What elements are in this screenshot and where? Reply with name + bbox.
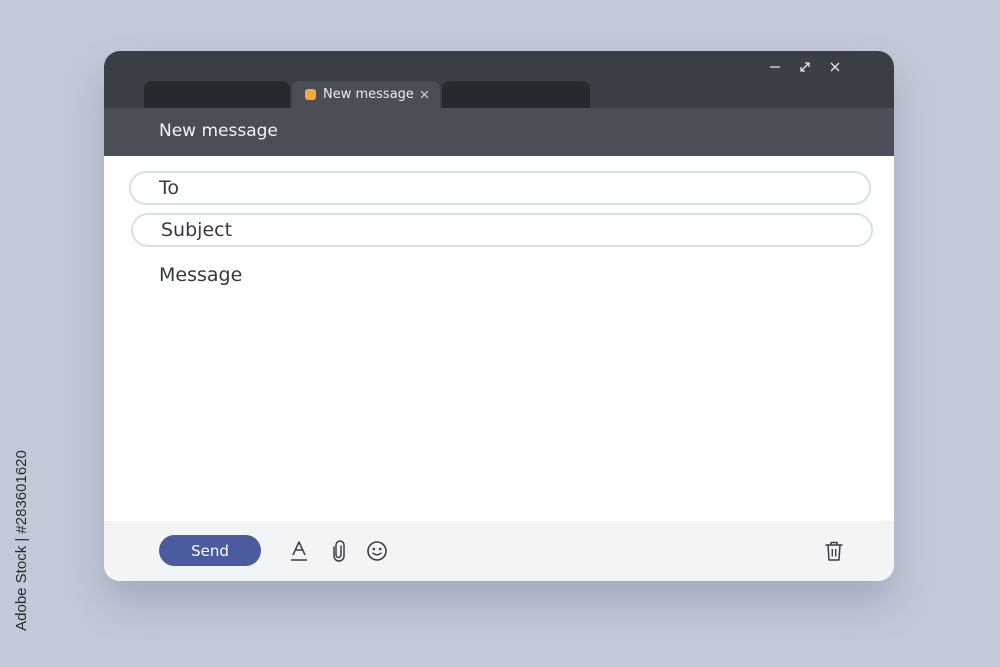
to-field <box>129 171 871 205</box>
tab-inactive-right[interactable] <box>442 81 590 108</box>
mail-favicon-icon <box>305 89 316 100</box>
text-format-icon <box>291 541 307 561</box>
text-format-button[interactable] <box>287 539 311 563</box>
tab-inactive-left[interactable] <box>144 81 290 108</box>
delete-draft-button[interactable] <box>822 539 846 563</box>
subject-input[interactable] <box>133 215 871 245</box>
window-controls <box>764 57 846 77</box>
maximize-button[interactable] <box>794 57 816 77</box>
attach-file-button[interactable] <box>327 539 351 563</box>
to-input[interactable] <box>131 173 869 203</box>
message-body-input[interactable] <box>152 264 869 514</box>
close-icon <box>830 62 840 72</box>
compose-header: New message <box>104 108 894 156</box>
minimize-icon <box>770 66 780 68</box>
paperclip-icon <box>333 540 345 562</box>
compose-window: New message New message Send <box>104 51 894 581</box>
emoji-button[interactable] <box>365 539 389 563</box>
close-window-button[interactable] <box>824 57 846 77</box>
title-bar: New message <box>104 51 894 108</box>
stock-watermark: Adobe Stock | #283601620 <box>10 430 32 650</box>
minimize-button[interactable] <box>764 57 786 77</box>
page-title: New message <box>159 121 278 141</box>
trash-icon <box>825 541 843 561</box>
tab-close-button[interactable] <box>418 89 430 101</box>
emoji-icon <box>367 541 387 561</box>
stock-watermark-text: Adobe Stock | #283601620 <box>12 449 30 631</box>
expand-icon <box>800 62 810 72</box>
tab-new-message[interactable]: New message <box>292 81 440 108</box>
tab-label: New message <box>323 87 414 102</box>
compose-toolbar: Send <box>104 521 894 581</box>
subject-field <box>131 213 873 247</box>
close-icon <box>420 90 428 99</box>
send-button[interactable]: Send <box>159 535 261 566</box>
